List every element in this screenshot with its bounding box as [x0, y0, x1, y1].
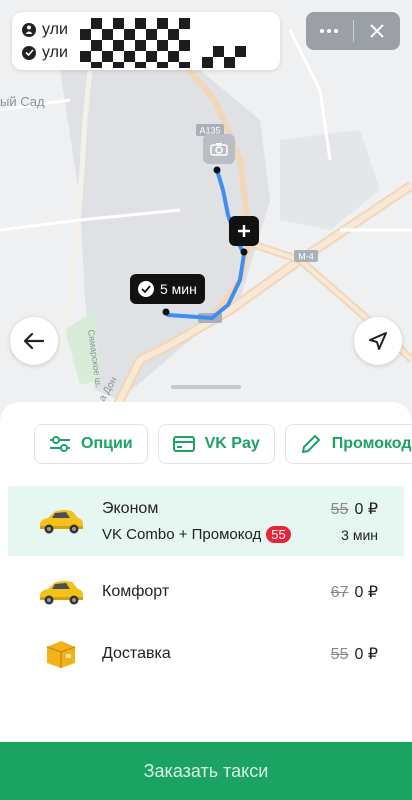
- check-circle-icon: [22, 45, 36, 60]
- tariff-comfort[interactable]: Комфорт 67 0 ₽: [8, 560, 404, 624]
- map-label-district: ый Сад: [0, 94, 45, 109]
- options-chip-label: Опции: [81, 435, 133, 452]
- redacted-address: [80, 18, 190, 68]
- redacted-address-2: [202, 46, 246, 68]
- map-view[interactable]: A135 M-4 ый Сад Сямарское ш. а Дон 5 мин…: [0, 0, 412, 420]
- route-end-dot: [162, 308, 170, 316]
- close-icon[interactable]: [354, 12, 401, 50]
- payment-chip[interactable]: VK Pay: [157, 424, 275, 464]
- route-start-dot: [213, 166, 221, 174]
- bottom-sheet: Опции VK Pay Промокод Эконом VK Combo + …: [0, 402, 412, 800]
- pickup-eta-badge: 5 мин: [130, 274, 205, 304]
- plus-icon: [238, 225, 250, 237]
- promocode-chip[interactable]: Промокод: [284, 424, 412, 464]
- window-controls: [306, 12, 400, 50]
- tariff-eta: 3 мин: [341, 527, 378, 543]
- price: 0 ₽: [354, 584, 378, 601]
- tariff-name: Эконом: [102, 499, 159, 517]
- old-price: 67: [330, 584, 349, 601]
- old-price: 55: [330, 646, 349, 663]
- sheet-drag-handle[interactable]: [171, 385, 241, 389]
- sliders-icon: [50, 436, 70, 452]
- options-chip[interactable]: Опции: [34, 424, 148, 464]
- person-icon: [22, 22, 36, 37]
- box-icon: [32, 639, 90, 669]
- payment-chip-label: VK Pay: [204, 435, 260, 452]
- tariff-name: Комфорт: [102, 583, 170, 600]
- route-waypoint-dot: [240, 248, 248, 256]
- yellow-car-icon: [32, 578, 90, 606]
- check-icon: [138, 281, 154, 297]
- tariff-econom[interactable]: Эконом VK Combo + Промокод 55 55 0 ₽ 3 ми…: [8, 486, 404, 556]
- order-taxi-button[interactable]: Заказать такси: [0, 742, 412, 800]
- more-dots-icon[interactable]: [306, 12, 353, 50]
- tariff-name: Доставка: [102, 645, 171, 662]
- locate-me-button[interactable]: [354, 317, 402, 365]
- tariff-delivery[interactable]: Доставка 55 0 ₽: [8, 622, 404, 686]
- address-card[interactable]: ули ули: [12, 12, 280, 70]
- promo-discount-badge: 55: [266, 525, 291, 543]
- eta-text: 5 мин: [160, 281, 197, 297]
- camera-pin-icon[interactable]: [203, 134, 235, 164]
- options-chips: Опции VK Pay Промокод: [34, 424, 412, 464]
- price: 0 ₽: [354, 501, 378, 518]
- back-button[interactable]: [10, 317, 58, 365]
- promocode-chip-label: Промокод: [331, 435, 412, 452]
- navigation-arrow-icon: [369, 332, 387, 350]
- pencil-icon: [301, 435, 320, 453]
- tariff-subtitle: VK Combo + Промокод: [102, 525, 262, 543]
- address-to-text: ули: [42, 43, 68, 61]
- old-price: 55: [330, 501, 349, 518]
- address-from-text: ули: [42, 20, 68, 38]
- yellow-car-icon: [32, 507, 90, 535]
- arrow-left-icon: [24, 333, 44, 349]
- road-label-m4: M-4: [298, 252, 314, 262]
- price: 0 ₽: [354, 646, 378, 663]
- add-stop-button[interactable]: [229, 216, 259, 246]
- card-icon: [172, 436, 195, 452]
